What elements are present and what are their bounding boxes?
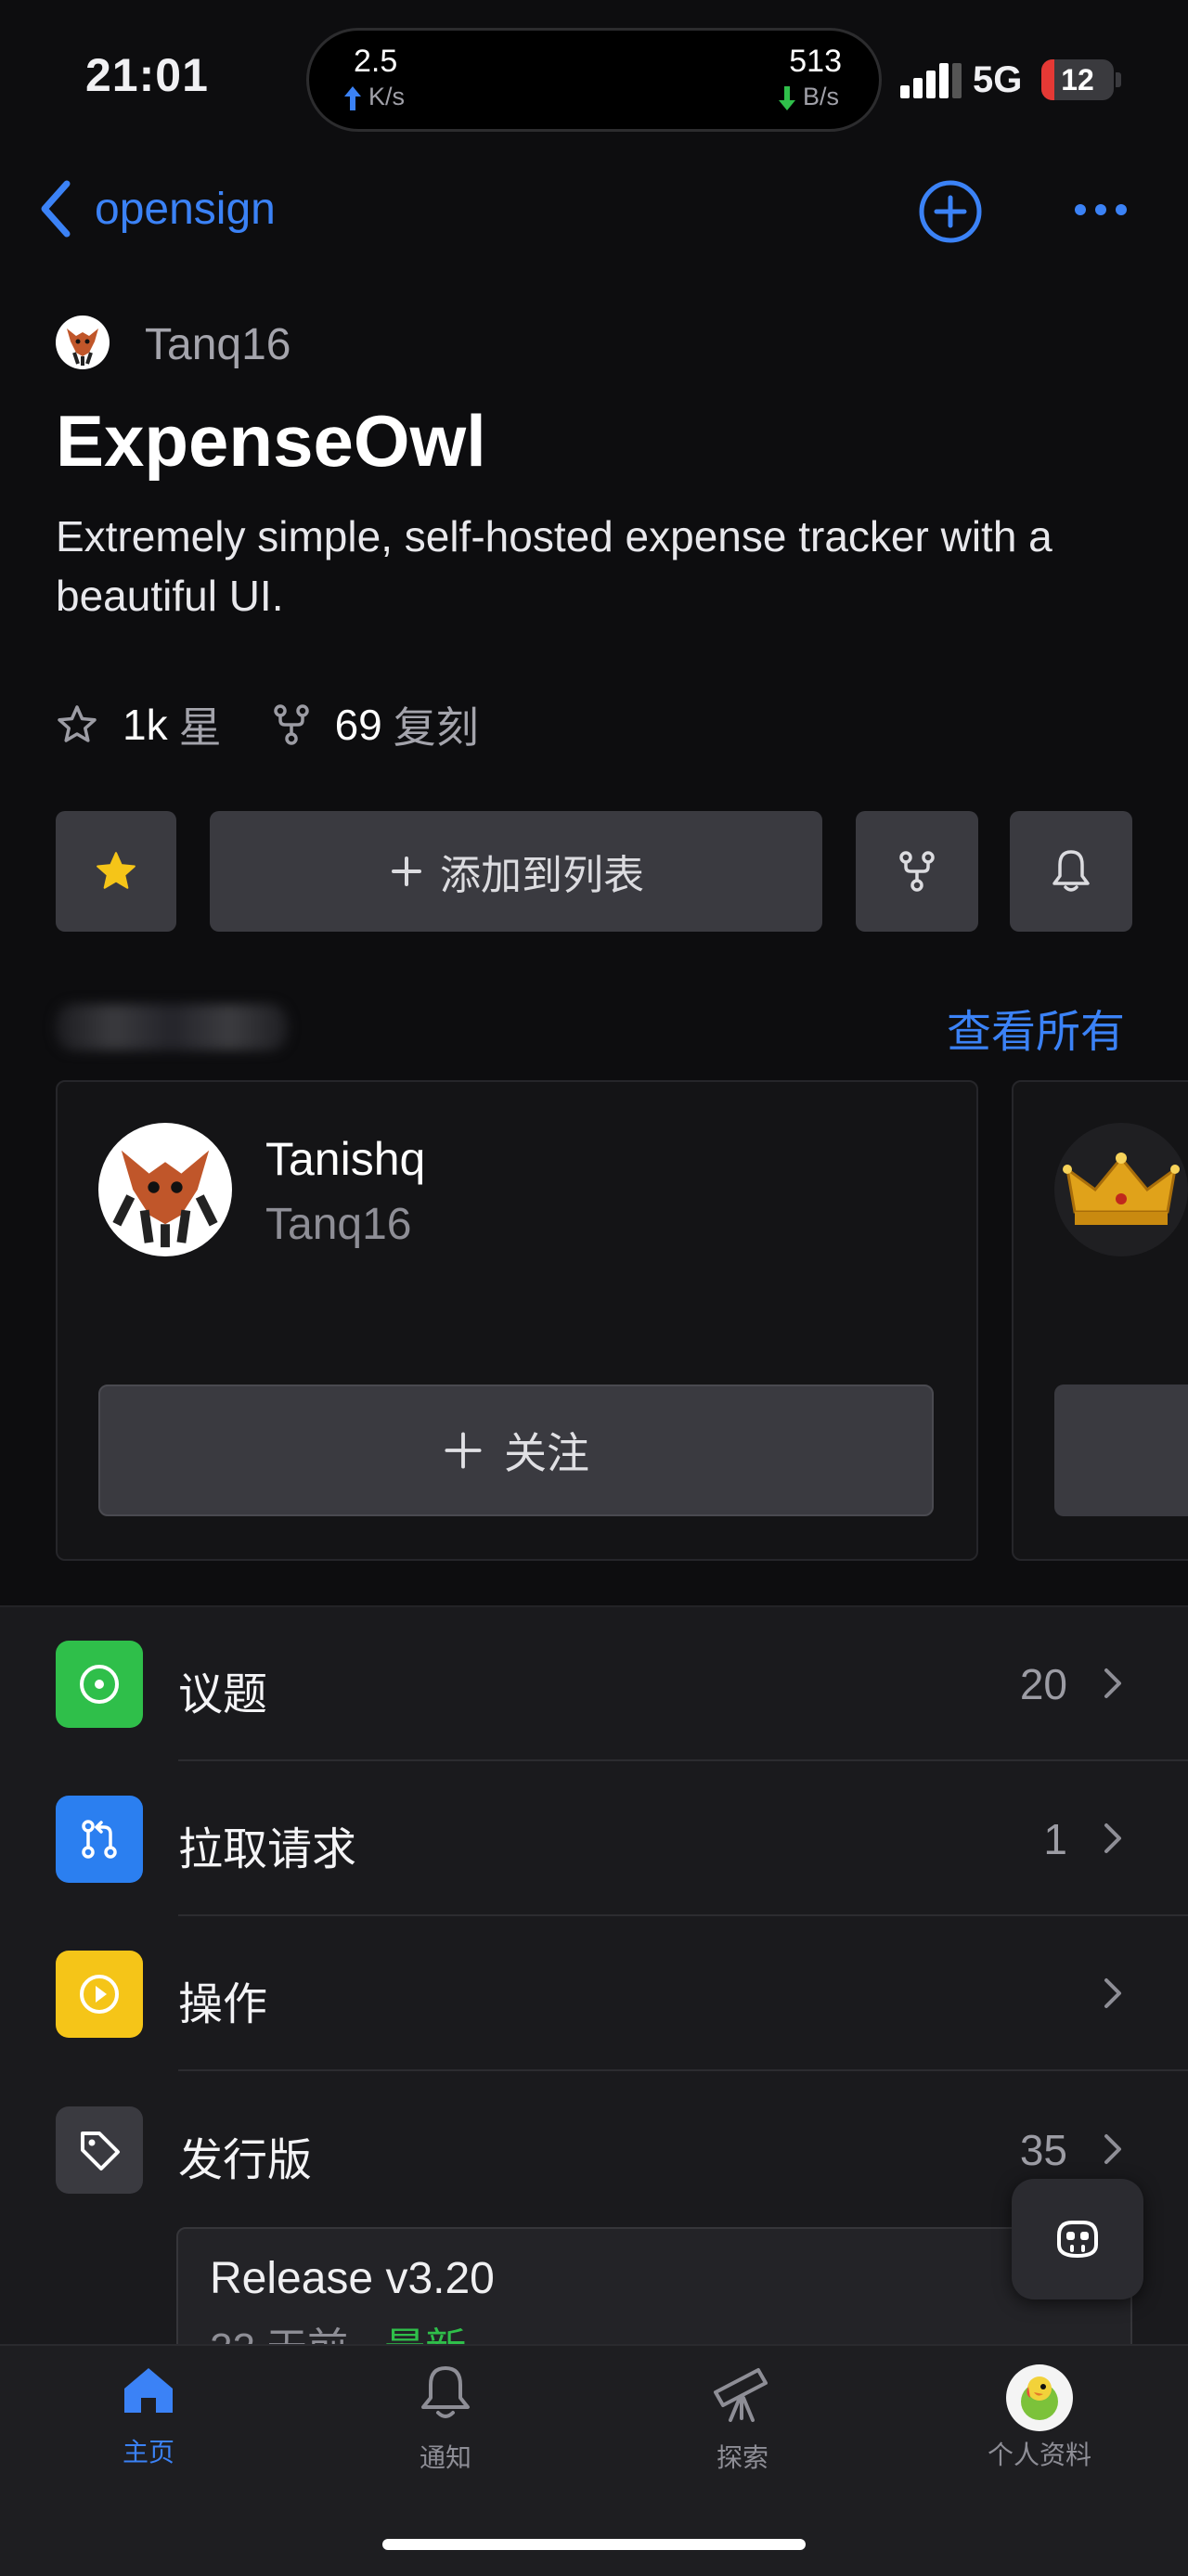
fork-icon (273, 704, 309, 745)
plus-icon (392, 857, 421, 886)
owner-avatar[interactable] (56, 316, 110, 369)
back-button-label[interactable]: opensign (95, 184, 276, 235)
download-unit: B/s (803, 83, 840, 110)
tab-notifications[interactable]: 通知 (353, 2364, 538, 2475)
back-chevron-icon[interactable] (32, 176, 87, 241)
tab-label: 个人资料 (987, 2441, 1091, 2469)
forks-label: 复刻 (393, 703, 479, 752)
copilot-button[interactable] (1012, 2179, 1143, 2299)
contributors-heading-blurred (56, 1004, 288, 1050)
forks-count[interactable]: 69 (335, 700, 382, 750)
repo-stats: 1k 星 69 复刻 (56, 694, 479, 755)
profile-avatar (1006, 2364, 1073, 2431)
follow-label: 关注 (504, 1429, 589, 1477)
tab-explore[interactable]: 探索 (650, 2364, 835, 2475)
repo-description: Extremely simple, self-hosted expense tr… (56, 512, 1052, 620)
crown-icon (1063, 1153, 1180, 1225)
tab-label: 主页 (122, 2438, 174, 2467)
upload-unit: K/s (368, 83, 406, 110)
add-to-list-button[interactable]: 添加到列表 (210, 811, 822, 932)
see-all-link[interactable]: 查看所有 (947, 995, 1125, 1060)
chevron-right-icon (1104, 1823, 1121, 1853)
list-item-issues[interactable]: 议题 (178, 1657, 267, 1722)
tab-home[interactable]: 主页 (56, 2364, 241, 2469)
upload-speed: 2.5 (354, 44, 398, 79)
add-to-list-label: 添加到列表 (440, 853, 644, 898)
more-options-icon[interactable] (1067, 186, 1134, 234)
follow-button[interactable] (1054, 1385, 1188, 1516)
contributor-avatar[interactable] (98, 1123, 232, 1256)
battery-level: 12 (1061, 63, 1094, 97)
home-indicator (382, 2539, 806, 2550)
watch-button[interactable] (1010, 811, 1132, 932)
star-button[interactable] (56, 811, 176, 932)
chevron-right-icon (1104, 2134, 1121, 2164)
fork-icon (899, 851, 935, 892)
contributor-avatar[interactable] (1054, 1123, 1188, 1256)
battery-icon: 12 (1041, 59, 1114, 100)
releases-count: 35 (1019, 2126, 1067, 2174)
telescope-icon (714, 2368, 768, 2422)
download-speed: 513 (789, 44, 842, 79)
repo-title: ExpenseOwl (56, 400, 486, 482)
list-item-pull-requests[interactable]: 拉取请求 (178, 1812, 356, 1877)
home-icon (124, 2368, 173, 2413)
tag-icon (56, 2106, 143, 2194)
issues-count: 20 (1019, 1660, 1067, 1708)
repo-owner[interactable]: Tanq16 (145, 319, 291, 370)
download-arrow-icon (779, 86, 795, 110)
status-time: 21:01 (85, 49, 209, 101)
upload-arrow-icon (344, 86, 361, 110)
copilot-icon (1057, 2221, 1098, 2259)
dynamic-island: 2.5 K/s 513 B/s (306, 28, 882, 132)
stars-count[interactable]: 1k (123, 700, 168, 750)
network-type: 5G (973, 59, 1023, 100)
follow-button[interactable]: 关注 (98, 1385, 934, 1516)
add-circle-icon[interactable] (917, 178, 984, 245)
tab-label: 探索 (716, 2443, 768, 2472)
stars-label: 星 (178, 703, 222, 752)
list-item-releases[interactable]: 发行版 (178, 2123, 312, 2188)
star-outline-icon (58, 705, 97, 742)
tab-label: 通知 (419, 2443, 471, 2472)
actions-play-icon (56, 1951, 143, 2038)
list-item-actions[interactable]: 操作 (178, 1967, 267, 2032)
pull-request-icon (56, 1796, 143, 1883)
bell-icon (1052, 850, 1090, 892)
chevron-right-icon (1104, 1668, 1121, 1698)
chevron-right-icon (1104, 1978, 1121, 2008)
release-title: Release v3.20 (210, 2254, 495, 2303)
contributor-login: Tanq16 (265, 1200, 412, 1249)
signal-icon (900, 61, 962, 98)
fork-button[interactable] (856, 811, 978, 932)
issue-icon (56, 1641, 143, 1728)
plus-icon (445, 1432, 482, 1469)
contributor-name: Tanishq (265, 1133, 426, 1185)
pull-requests-count: 1 (1043, 1815, 1067, 1863)
star-filled-icon (97, 852, 136, 889)
tab-profile[interactable]: 个人资料 (947, 2364, 1132, 2472)
bell-icon (421, 2366, 470, 2418)
